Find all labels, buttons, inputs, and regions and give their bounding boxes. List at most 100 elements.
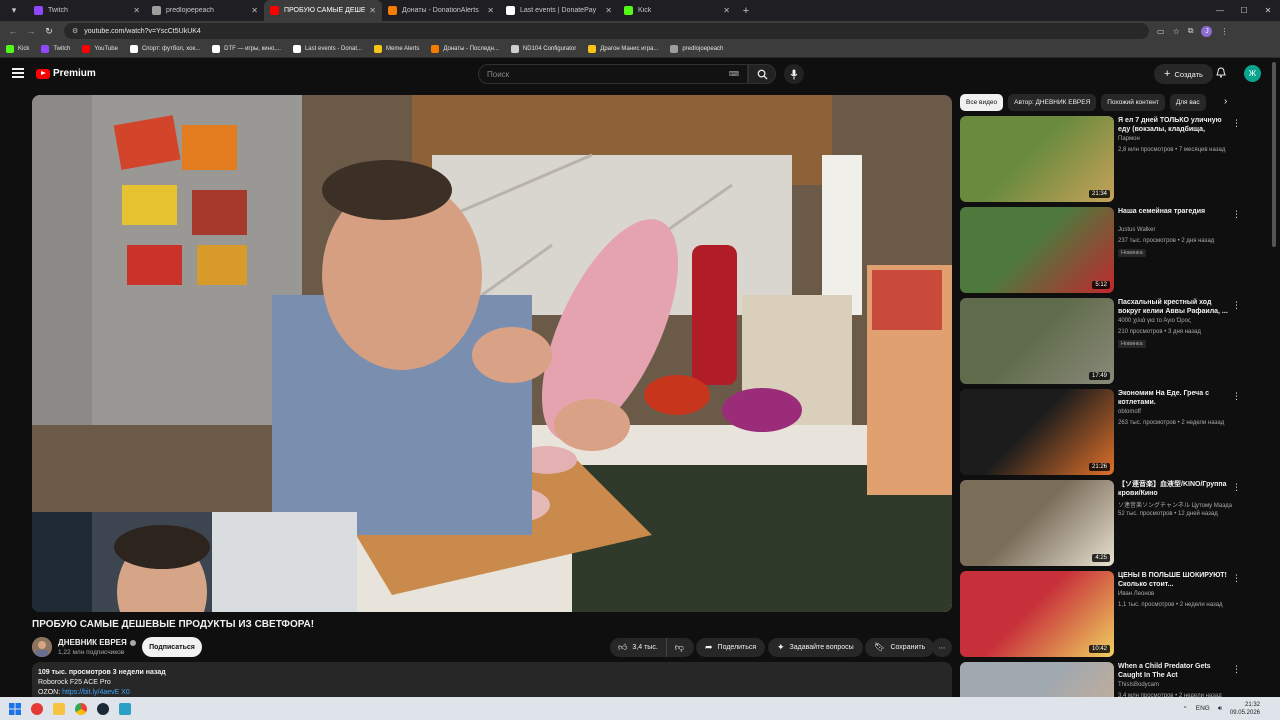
recommended-channel[interactable]: 4000 χιλιά για το Άγιο Όρος — [1118, 318, 1191, 324]
browser-tab[interactable]: Last events | DonatePay ✕ — [500, 0, 618, 21]
minimize-icon[interactable]: — — [1208, 6, 1232, 15]
scrollbar-thumb[interactable] — [1272, 62, 1276, 247]
close-tab-icon[interactable]: ✕ — [723, 6, 730, 15]
account-avatar[interactable]: Ж — [1244, 65, 1261, 82]
video-thumbnail[interactable]: 5:12 — [960, 207, 1114, 293]
back-icon[interactable]: ← — [4, 26, 22, 36]
more-vertical-icon[interactable]: ⋮ — [1232, 664, 1241, 675]
page-scrollbar[interactable] — [1272, 62, 1277, 687]
close-tab-icon[interactable]: ✕ — [133, 6, 140, 15]
recommended-channel[interactable]: oblomoff — [1118, 409, 1141, 415]
recommended-title[interactable]: 【ソ連音楽】血液型/KINO/Группа крови/Кино — [1118, 480, 1230, 498]
recommended-channel[interactable]: ThisIsBodycam — [1118, 682, 1159, 688]
site-info-icon[interactable]: ⚙ — [72, 27, 78, 35]
reload-icon[interactable]: ↻ — [40, 26, 58, 37]
profile-avatar[interactable]: J — [1201, 25, 1213, 37]
tab-search-icon[interactable]: ▾ — [0, 0, 28, 21]
ask-questions-button[interactable]: ✦ Задавайте вопросы — [768, 638, 863, 657]
more-vertical-icon[interactable]: ⋮ — [1232, 573, 1241, 584]
recommended-channel[interactable]: Justus Walker — [1118, 227, 1155, 233]
browser-tab[interactable]: Kick ✕ — [618, 0, 736, 21]
description-box[interactable]: 109 тыс. просмотров 3 недели назад Robor… — [32, 662, 952, 702]
yandex-browser-icon[interactable] — [26, 697, 48, 720]
chevron-right-icon[interactable]: › — [1224, 96, 1227, 107]
address-bar[interactable]: ⚙ youtube.com/watch?v=YscCt5UkUK4 — [64, 23, 1149, 39]
recommended-title[interactable]: Экономим На Еде. Греча с котлетами. — [1118, 389, 1230, 407]
more-vertical-icon[interactable]: ⋮ — [1232, 300, 1241, 311]
create-button[interactable]: + Создать — [1154, 64, 1213, 84]
steam-icon[interactable] — [92, 697, 114, 720]
close-tab-icon[interactable]: ✕ — [605, 6, 612, 15]
notifications-bell-icon[interactable] — [1216, 67, 1226, 81]
speaker-icon[interactable]: 🔊︎ — [1218, 705, 1222, 713]
search-button[interactable] — [748, 64, 776, 84]
app-icon[interactable] — [114, 697, 136, 720]
bookmark-item[interactable]: Донаты - Последн... — [431, 45, 499, 53]
close-tab-icon[interactable]: ✕ — [487, 6, 494, 15]
recommended-video[interactable]: 21:26 Экономим На Еде. Греча с котлетами.… — [960, 389, 1241, 475]
video-thumbnail[interactable]: 21:34 — [960, 116, 1114, 202]
menu-icon[interactable] — [12, 68, 24, 78]
bookmark-item[interactable]: Twitch — [41, 45, 70, 53]
bookmark-item[interactable]: YouTube — [82, 45, 118, 53]
new-tab-button[interactable]: + — [736, 5, 756, 17]
browser-menu-icon[interactable]: ⋮ — [1220, 27, 1228, 36]
recommended-title[interactable]: Я ел 7 дней ТОЛЬКО уличную еду (вокзалы,… — [1118, 116, 1230, 134]
more-vertical-icon[interactable]: ⋮ — [1232, 118, 1241, 129]
bookmark-item[interactable]: DTF — игры, кино,... — [212, 45, 281, 53]
bookmark-item[interactable]: ND104 Configurator — [510, 45, 576, 53]
dislike-button[interactable]: 👎︎ — [667, 638, 692, 657]
recommended-channel[interactable]: ソ連音楽ソングチャンネル Цутому Маэда — [1118, 500, 1232, 509]
recommended-channel[interactable]: Иван Леонов — [1118, 591, 1154, 597]
bookmark-star-icon[interactable]: ☆ — [1173, 27, 1180, 36]
file-explorer-icon[interactable] — [48, 697, 70, 720]
close-tab-icon[interactable]: ✕ — [251, 6, 258, 15]
clock[interactable]: 21:32 09.05.2026 — [1230, 701, 1260, 717]
channel-avatar[interactable] — [32, 637, 52, 657]
video-thumbnail[interactable]: 21:26 — [960, 389, 1114, 475]
browser-tab[interactable]: ПРОБУЮ САМЫЕ ДЕШЕВЫЕ П✕ — [264, 0, 382, 21]
language-indicator[interactable]: ENG — [1196, 705, 1210, 712]
more-vertical-icon[interactable]: ⋮ — [1232, 391, 1241, 402]
recommended-title[interactable]: Пасхальный крестный ход вокруг келии Авв… — [1118, 298, 1230, 316]
bookmark-item[interactable]: Meme Alerts — [374, 45, 419, 53]
tray-arrow-icon[interactable]: ⌃ — [1182, 705, 1187, 713]
filter-chip[interactable]: Похожий контент — [1101, 94, 1165, 111]
browser-tab[interactable]: Twitch ✕ — [28, 0, 146, 21]
bookmark-item[interactable]: Спорт: футбол, хок... — [129, 45, 200, 53]
bookmark-item[interactable]: Kick — [6, 45, 29, 53]
recommended-video[interactable]: 17:49 Пасхальный крестный ход вокруг кели… — [960, 298, 1241, 384]
recommended-video[interactable]: 5:12 Наша семейная трагедия Justus Walker 2… — [960, 207, 1241, 293]
share-button[interactable]: ➦ Поделиться — [696, 638, 766, 657]
forward-icon[interactable]: → — [22, 26, 40, 36]
more-vertical-icon[interactable]: ⋮ — [1232, 482, 1241, 493]
more-actions-button[interactable]: ⋯ — [932, 638, 952, 657]
video-thumbnail[interactable]: 17:49 — [960, 298, 1114, 384]
chrome-icon[interactable] — [70, 697, 92, 720]
cast-icon[interactable]: ▭ — [1157, 27, 1165, 36]
bookmark-item[interactable]: predlojoepeach — [670, 45, 723, 53]
recommended-video[interactable]: 10:42 ЦЕНЫ В ПОЛЬШЕ ШОКИРУЮТ! Сколько сто… — [960, 571, 1241, 657]
recommended-video[interactable]: 4:25 【ソ連音楽】血液型/KINO/Группа крови/Кино ソ連音楽… — [960, 480, 1241, 566]
voice-search-button[interactable] — [784, 64, 804, 84]
save-button[interactable]: 🔖︎ Сохранить — [865, 638, 935, 657]
filter-chip[interactable]: Для вас — [1169, 94, 1206, 111]
recommended-title[interactable]: Наша семейная трагедия — [1118, 207, 1230, 216]
recommended-video[interactable]: 21:34 Я ел 7 дней ТОЛЬКО уличную еду (вок… — [960, 116, 1241, 202]
bookmark-item[interactable]: Last events - Donat... — [292, 45, 362, 53]
recommended-channel[interactable]: Пармон — [1118, 136, 1140, 142]
subscribe-button[interactable]: Подписаться — [142, 637, 202, 657]
windows-start-icon[interactable] — [4, 697, 26, 720]
bookmark-item[interactable]: Драгон Манис игра... — [588, 45, 658, 53]
close-tab-icon[interactable]: ✕ — [369, 6, 376, 15]
filter-chip[interactable]: Автор: ДНЕВНИК ЕВРЕЯ — [1008, 94, 1097, 111]
like-button[interactable]: 👍︎ 3,4 тыс. — [610, 638, 667, 657]
browser-tab[interactable]: Донаты - DonationAlerts ✕ — [382, 0, 500, 21]
search-input[interactable]: Поиск ⌨ — [478, 64, 748, 84]
recommended-title[interactable]: When a Child Predator Gets Caught In The… — [1118, 662, 1230, 680]
maximize-icon[interactable]: ☐ — [1232, 6, 1256, 15]
video-thumbnail[interactable]: 4:25 — [960, 480, 1114, 566]
youtube-logo[interactable]: Premium — [36, 68, 96, 79]
video-player[interactable] — [32, 95, 952, 612]
extensions-icon[interactable]: ⧉ — [1188, 26, 1194, 36]
